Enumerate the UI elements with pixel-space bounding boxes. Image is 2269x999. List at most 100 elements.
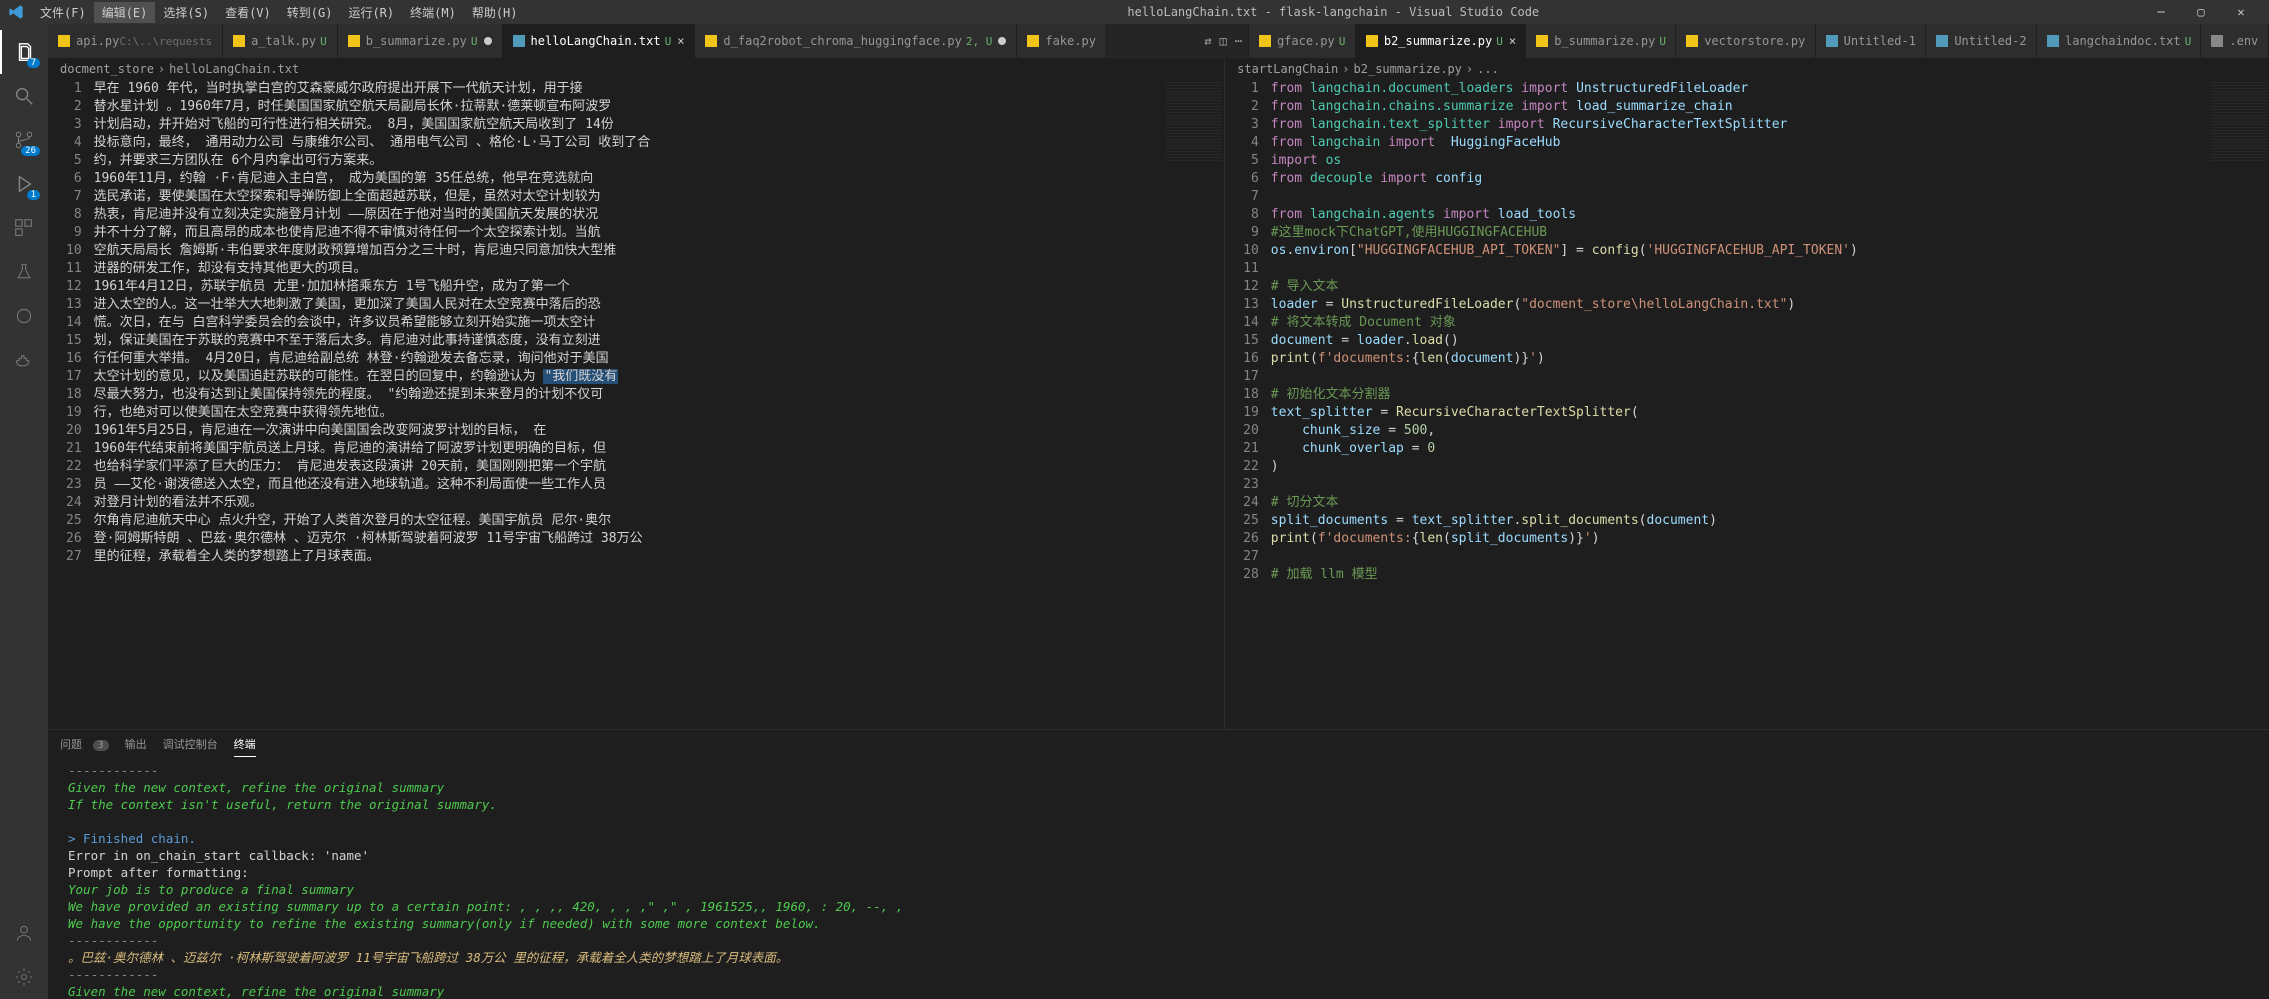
tab-filename: langchaindoc.txt xyxy=(2065,34,2181,48)
editor-tab[interactable]: api.py C:\..\requests xyxy=(48,24,223,58)
breadcrumb-segment[interactable]: b2_summarize.py xyxy=(1354,62,1462,76)
vscode-logo-icon xyxy=(8,4,24,20)
chevron-right-icon: › xyxy=(1466,62,1473,76)
activity-scm[interactable]: 26 xyxy=(0,118,48,162)
problems-badge: 3 xyxy=(93,740,109,751)
panel-tab-terminal[interactable]: 终端 xyxy=(234,732,256,757)
tab-filename: b2_summarize.py xyxy=(1384,34,1492,48)
menu-run[interactable]: 运行(R) xyxy=(340,2,402,23)
panel-tab-output[interactable]: 输出 xyxy=(125,732,147,756)
activity-account[interactable] xyxy=(0,911,48,955)
search-icon xyxy=(13,85,35,107)
editor-tab[interactable]: d_faq2robot_chroma_huggingface.py 2, U xyxy=(695,24,1017,58)
activity-search[interactable] xyxy=(0,74,48,118)
terminal-body[interactable]: ------------Given the new context, refin… xyxy=(48,758,2269,999)
menu-edit[interactable]: 编辑(E) xyxy=(94,2,156,23)
tab-folder: C:\..\requests xyxy=(119,35,212,48)
tab-status: U xyxy=(1496,35,1503,48)
terminal-line: Given the new context, refine the origin… xyxy=(68,779,2257,796)
menu-terminal[interactable]: 终端(M) xyxy=(402,2,464,23)
breadcrumb-segment[interactable]: helloLangChain.txt xyxy=(169,62,299,76)
editor-tab[interactable]: fake.py xyxy=(1017,24,1107,58)
file-icon xyxy=(1686,35,1698,47)
code-lines-left[interactable]: 早在 1960 年代，当时执掌白宫的艾森豪威尔政府提出开展下一代航天计划，用于接… xyxy=(94,80,1164,729)
breadcrumb-segment[interactable]: docment_store xyxy=(60,62,154,76)
breadcrumb-right[interactable]: startLangChain › b2_summarize.py › ... xyxy=(1225,58,2269,80)
panel-tab-debug[interactable]: 调试控制台 xyxy=(163,732,218,756)
tab-status: U xyxy=(471,35,478,48)
editor-tab[interactable]: Untitled-2 xyxy=(1926,24,2037,58)
terminal-line xyxy=(68,813,2257,830)
activity-debug[interactable]: 1 xyxy=(0,162,48,206)
tab-filename: helloLangChain.txt xyxy=(531,34,661,48)
maximize-icon[interactable]: ▢ xyxy=(2181,0,2221,24)
file-icon xyxy=(1826,35,1838,47)
terminal-line: ------------ xyxy=(68,966,2257,983)
code-area-right[interactable]: 1234567891011121314151617181920212223242… xyxy=(1225,80,2269,729)
editor-tab[interactable]: b2_summarize.py U × xyxy=(1356,24,1526,58)
breadcrumb-left[interactable]: docment_store › helloLangChain.txt xyxy=(48,58,1224,80)
debug-badge: 1 xyxy=(27,190,40,200)
file-icon xyxy=(2211,35,2223,47)
tab-filename: b_summarize.py xyxy=(366,34,467,48)
minimap-right[interactable] xyxy=(2209,80,2269,729)
editor-pane-left: docment_store › helloLangChain.txt 12345… xyxy=(48,58,1225,729)
menu-view[interactable]: 查看(V) xyxy=(217,2,279,23)
menu-help[interactable]: 帮助(H) xyxy=(464,2,526,23)
menu-go[interactable]: 转到(G) xyxy=(279,2,341,23)
menu-file[interactable]: 文件(F) xyxy=(32,2,94,23)
terminal-line: 。巴兹·奥尔德林 、迈兹尔 ·柯林斯驾驶着阿波罗 11号宇宙飞船跨过 38万公 … xyxy=(68,949,2257,966)
gutter-right: 1234567891011121314151617181920212223242… xyxy=(1225,80,1271,729)
file-icon xyxy=(705,35,717,47)
tab-filename: d_faq2robot_chroma_huggingface.py xyxy=(723,34,961,48)
editor-tab[interactable]: vectorstore.py xyxy=(1676,24,1815,58)
file-icon xyxy=(58,35,70,47)
account-icon xyxy=(14,923,34,943)
editor-tab[interactable]: gface.py U xyxy=(1249,24,1356,58)
terminal-line: We have provided an existing summary up … xyxy=(68,898,2257,915)
breadcrumb-segment[interactable]: startLangChain xyxy=(1237,62,1338,76)
close-icon[interactable]: × xyxy=(1509,34,1516,48)
code-lines-right[interactable]: from langchain.document_loaders import U… xyxy=(1271,80,2209,729)
editor-tab[interactable]: langchaindoc.txt U xyxy=(2037,24,2201,58)
activity-test[interactable] xyxy=(0,250,48,294)
editor-tab[interactable]: b_summarize.py U xyxy=(338,24,503,58)
minimap-left[interactable] xyxy=(1164,80,1224,729)
tab-filename: vectorstore.py xyxy=(1704,34,1805,48)
editor-tab[interactable]: a_talk.py U xyxy=(223,24,338,58)
split-icon[interactable]: ◫ xyxy=(1220,34,1227,48)
activity-explorer[interactable]: 7 xyxy=(0,30,48,74)
compare-icon[interactable]: ⇄ xyxy=(1204,34,1211,48)
terminal-line: We have the opportunity to refine the ex… xyxy=(68,915,2257,932)
editor-tab[interactable]: helloLangChain.txt U × xyxy=(503,24,696,58)
editor-tab[interactable]: b_summarize.py U xyxy=(1526,24,1676,58)
menu-select[interactable]: 选择(S) xyxy=(155,2,217,23)
chevron-right-icon: › xyxy=(158,62,165,76)
activity-settings[interactable] xyxy=(0,955,48,999)
tab-filename: .env xyxy=(2229,34,2258,48)
tab-actions-left: ⇄ ◫ ⋯ xyxy=(1198,24,1248,58)
tab-status: U xyxy=(665,35,672,48)
chevron-right-icon: › xyxy=(1342,62,1349,76)
terminal-line: Error in on_chain_start callback: 'name' xyxy=(68,847,2257,864)
minimize-icon[interactable]: ─ xyxy=(2141,0,2181,24)
terminal-line: ------------ xyxy=(68,932,2257,949)
editor-tab[interactable]: Untitled-1 xyxy=(1816,24,1927,58)
terminal-line: Prompt after formatting: xyxy=(68,864,2257,881)
terminal-line: Given the new context, refine the origin… xyxy=(68,983,2257,999)
tab-filename: gface.py xyxy=(1277,34,1335,48)
terminal-line: > Finished chain. xyxy=(68,830,2257,847)
more-icon[interactable]: ⋯ xyxy=(1235,34,1242,48)
activity-ai[interactable] xyxy=(0,294,48,338)
editor-tab[interactable]: .env xyxy=(2201,24,2269,58)
close-icon[interactable]: ✕ xyxy=(2221,0,2261,24)
file-icon xyxy=(2047,35,2059,47)
activity-extensions[interactable] xyxy=(0,206,48,250)
breadcrumb-segment[interactable]: ... xyxy=(1477,62,1499,76)
terminal-line: Your job is to produce a final summary xyxy=(68,881,2257,898)
file-icon xyxy=(233,35,245,47)
activity-docker[interactable] xyxy=(0,338,48,382)
code-area-left[interactable]: 1234567891011121314151617181920212223242… xyxy=(48,80,1224,729)
close-icon[interactable]: × xyxy=(677,34,684,48)
panel-tab-problems[interactable]: 问题 3 xyxy=(60,732,109,756)
